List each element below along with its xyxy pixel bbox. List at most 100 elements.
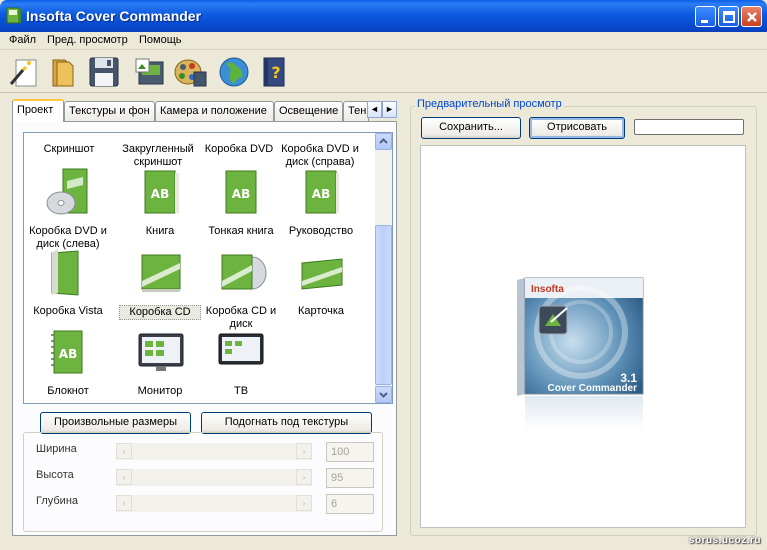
- open-folder-icon[interactable]: [44, 54, 80, 90]
- menu-preview[interactable]: Пред. просмотр: [47, 34, 128, 46]
- tab-scroll-left-icon[interactable]: ◄: [367, 101, 382, 118]
- gallery-item-card[interactable]: Карточка: [280, 305, 362, 318]
- gallery-item-label: Монитор: [137, 385, 183, 397]
- gallery-item-label: Коробка Vista: [33, 305, 103, 317]
- tab-shadow[interactable]: Тен: [343, 101, 369, 121]
- monitor-icon: [138, 333, 184, 371]
- gallery-item-book[interactable]: Книга: [119, 225, 201, 238]
- depth-label: Глубина: [36, 495, 79, 507]
- gallery-item-tv[interactable]: ТВ: [200, 385, 282, 398]
- svg-text:AB: AB: [232, 187, 250, 201]
- book-icon: AB: [144, 170, 179, 214]
- tab-textures-background[interactable]: Текстуры и фон: [64, 101, 155, 121]
- gallery-item-label: Карточка: [297, 305, 345, 317]
- chevron-left-icon[interactable]: ‹: [116, 443, 132, 459]
- project-panel: Проект Текстуры и фон Камера и положение…: [5, 99, 397, 536]
- app-icon[interactable]: [6, 7, 22, 25]
- scroll-thumb[interactable]: [375, 225, 392, 385]
- gallery-item-label: Книга: [145, 225, 175, 237]
- depth-field[interactable]: 6: [326, 494, 374, 514]
- gallery-item-thin-book[interactable]: Тонкая книга: [200, 225, 282, 238]
- render-progress-bar: [634, 119, 744, 135]
- website-globe-icon[interactable]: [216, 54, 252, 90]
- gallery-item-rounded-screenshot[interactable]: Закругленный скриншот: [117, 143, 199, 169]
- close-button[interactable]: [741, 6, 762, 27]
- chevron-up-icon: [379, 138, 388, 144]
- gallery-item-label: Скриншот: [43, 143, 95, 155]
- vista-box-icon: [51, 249, 79, 296]
- cover-preview-image: Insofta 3.1 Cover Commander: [517, 277, 644, 430]
- app-window: Insofta Cover Commander Файл Пред. просм…: [0, 0, 767, 550]
- menu-help[interactable]: Помощь: [139, 34, 182, 46]
- svg-text:AB: AB: [312, 187, 330, 201]
- tab-camera-position[interactable]: Камера и положение: [155, 101, 274, 121]
- gallery-item-monitor[interactable]: Монитор: [119, 385, 201, 398]
- width-slider[interactable]: ‹ ›: [116, 443, 312, 460]
- tab-project[interactable]: Проект: [12, 99, 64, 122]
- width-label: Ширина: [36, 443, 77, 455]
- save-floppy-icon[interactable]: [86, 54, 122, 90]
- export-image-icon[interactable]: [132, 54, 168, 90]
- scroll-down-button[interactable]: [375, 386, 392, 403]
- svg-text:?: ?: [271, 63, 280, 82]
- minimize-button[interactable]: [695, 6, 716, 27]
- new-wizard-icon[interactable]: [7, 54, 43, 90]
- gallery-item-notebook[interactable]: Блокнот: [27, 385, 109, 398]
- tab-scroll-buttons: ◄ ►: [367, 101, 397, 118]
- width-field[interactable]: 100: [326, 442, 374, 462]
- tab-strip: Проект Текстуры и фон Камера и положение…: [12, 99, 392, 122]
- menu-file[interactable]: Файл: [9, 34, 36, 46]
- gallery-item-screenshot[interactable]: Скриншот: [28, 143, 110, 156]
- gallery-item-vista-box[interactable]: Коробка Vista: [27, 305, 109, 318]
- cover-type-gallery[interactable]: Скриншот Закругленный скриншот Коробка D…: [23, 132, 393, 404]
- height-field[interactable]: 95: [326, 468, 374, 488]
- gallery-item-cd-box[interactable]: Коробка CD: [119, 305, 201, 320]
- render-button[interactable]: Отрисовать: [529, 117, 625, 139]
- gallery-item-manual[interactable]: Руководство: [280, 225, 362, 238]
- preview-canvas[interactable]: Insofta 3.1 Cover Commander: [420, 145, 746, 528]
- height-label: Высота: [36, 469, 74, 481]
- scroll-up-button[interactable]: [375, 133, 392, 150]
- chevron-left-icon[interactable]: ‹: [116, 469, 132, 485]
- gallery-item-label: Коробка DVD и диск (справа): [281, 143, 359, 168]
- preview-group-label: Предварительный просмотр: [415, 98, 564, 110]
- chevron-down-icon: [379, 392, 388, 398]
- gallery-item-label: Коробка CD: [119, 305, 201, 320]
- gallery-item-label: Руководство: [288, 225, 354, 237]
- maximize-icon: [723, 11, 735, 23]
- chevron-right-icon[interactable]: ›: [296, 495, 312, 511]
- maximize-button[interactable]: [718, 6, 739, 27]
- height-slider[interactable]: ‹ ›: [116, 469, 312, 486]
- fit-textures-button[interactable]: Подогнать под текстуры: [201, 412, 372, 434]
- chevron-right-icon[interactable]: ›: [296, 443, 312, 459]
- close-icon: [747, 12, 757, 22]
- chevron-left-icon[interactable]: ‹: [116, 495, 132, 511]
- project-tab-page: Скриншот Закругленный скриншот Коробка D…: [12, 121, 397, 536]
- minimize-icon: [701, 20, 708, 23]
- cover-product-text: Cover Commander: [548, 383, 638, 394]
- help-book-icon[interactable]: ?: [256, 54, 292, 90]
- thin-book-icon: AB: [225, 170, 257, 214]
- gallery-item-label: Коробка CD и диск: [205, 305, 277, 330]
- save-button[interactable]: Сохранить...: [421, 117, 521, 139]
- tv-icon: [218, 333, 264, 365]
- render-film-icon[interactable]: [172, 54, 208, 90]
- title-bar[interactable]: Insofta Cover Commander: [0, 0, 767, 32]
- svg-text:AB: AB: [151, 187, 169, 201]
- svg-text:AB: AB: [59, 347, 77, 361]
- tab-lighting[interactable]: Освещение: [274, 101, 343, 121]
- notebook-icon: AB: [51, 330, 83, 374]
- gallery-item-dvd-box[interactable]: Коробка DVD: [198, 143, 280, 156]
- cd-box-disc-icon: [221, 254, 267, 290]
- chevron-right-icon[interactable]: ›: [296, 469, 312, 485]
- gallery-item-cd-box-disc[interactable]: Коробка CD и диск: [200, 305, 282, 331]
- window-title: Insofta Cover Commander: [26, 8, 202, 24]
- gallery-vertical-scrollbar[interactable]: [375, 133, 392, 403]
- gallery-item-label: Закругленный скриншот: [122, 143, 194, 168]
- tab-scroll-right-icon[interactable]: ►: [382, 101, 397, 118]
- gallery-item-label: ТВ: [233, 385, 249, 397]
- custom-sizes-button[interactable]: Произвольные размеры: [40, 412, 191, 434]
- manual-icon: AB: [305, 170, 339, 214]
- depth-slider[interactable]: ‹ ›: [116, 495, 312, 512]
- gallery-item-dvd-box-disc-right[interactable]: Коробка DVD и диск (справа): [279, 143, 361, 169]
